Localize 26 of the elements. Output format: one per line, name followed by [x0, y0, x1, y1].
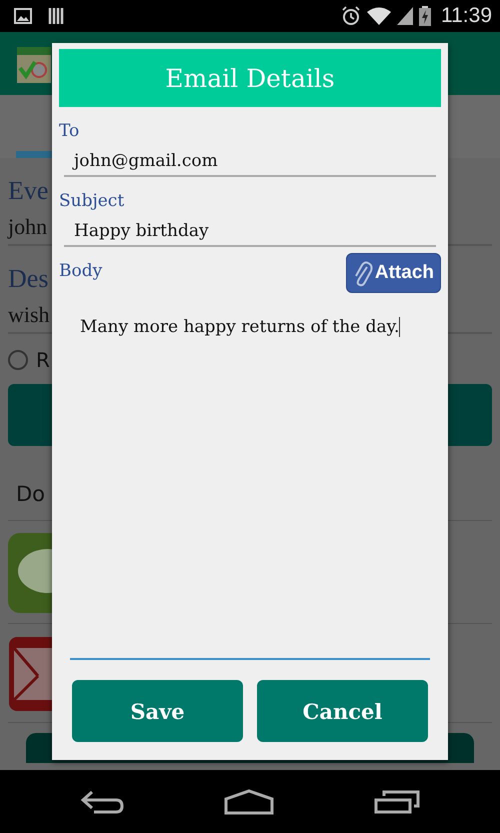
home-icon[interactable] [224, 788, 274, 814]
wifi-icon [367, 7, 391, 25]
signal-icon [397, 7, 413, 25]
paperclip-icon [352, 259, 373, 287]
input-field[interactable]: john@gmail.com [64, 147, 436, 177]
event-label: Eve [8, 176, 48, 206]
radio-label: R [36, 348, 50, 372]
envelope-icon [8, 636, 52, 712]
battery-icon [419, 6, 431, 26]
body-field[interactable]: Many more happy returns of the day. [70, 303, 430, 660]
alarm-icon [341, 6, 361, 26]
chat-bubble-icon [8, 533, 52, 613]
field-label: Subject [59, 191, 124, 211]
body-label: Body [59, 261, 102, 281]
attach-button[interactable]: Attach [346, 253, 441, 293]
field-label: To [59, 121, 80, 141]
save-button[interactable]: Save [72, 680, 243, 742]
picture-icon [14, 8, 32, 24]
dialog-title: Email Details [59, 49, 441, 107]
clock-time: 11:39 [441, 4, 492, 28]
cancel-button[interactable]: Cancel [257, 680, 428, 742]
radio-button[interactable] [8, 350, 28, 370]
input-field[interactable]: Happy birthday [64, 217, 436, 247]
description-label: Des [8, 264, 48, 294]
back-icon[interactable] [80, 790, 124, 814]
recent-apps-icon[interactable] [374, 790, 420, 814]
